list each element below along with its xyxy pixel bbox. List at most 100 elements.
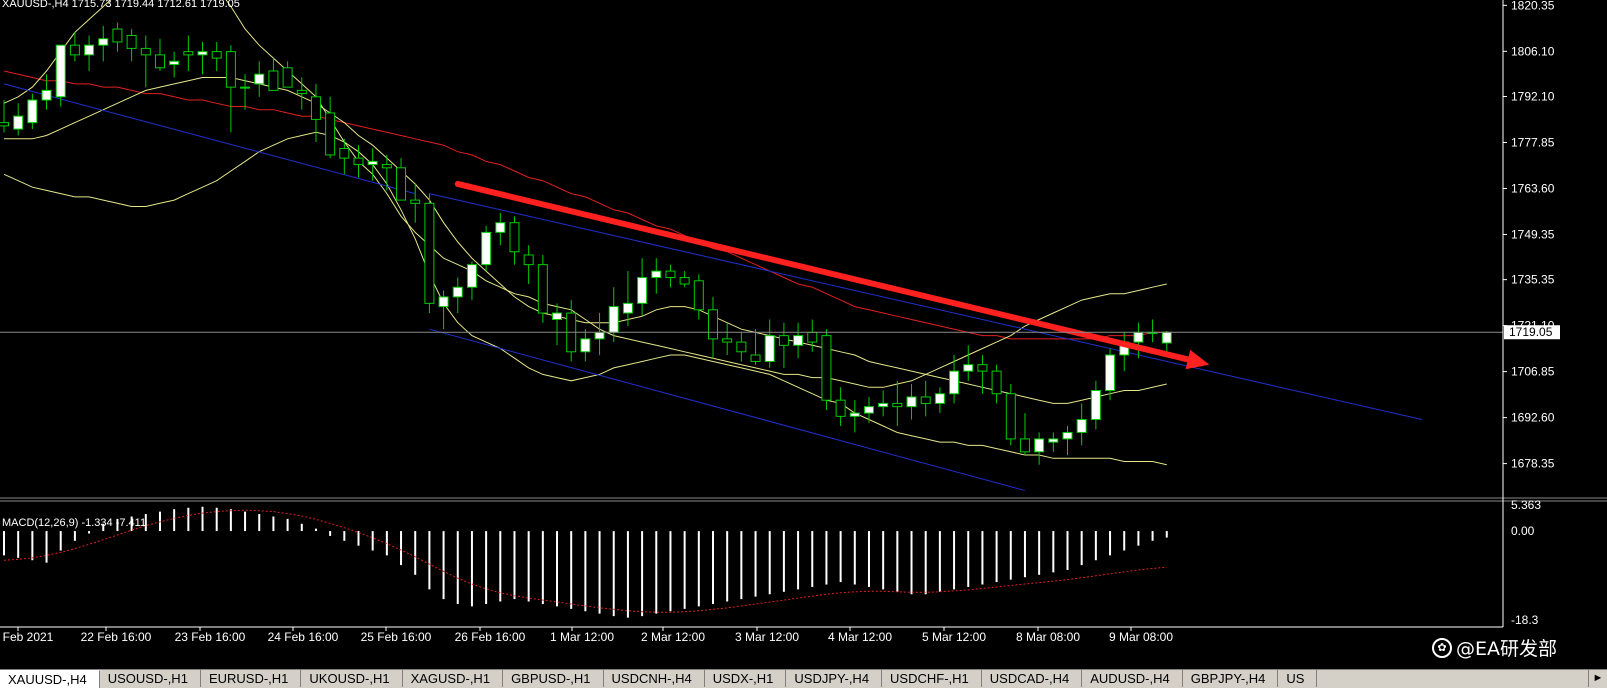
candle[interactable] (906, 384, 917, 420)
symbol-tab[interactable]: US (1278, 670, 1318, 687)
candle[interactable] (268, 58, 279, 91)
candle[interactable] (13, 103, 24, 136)
candle[interactable] (183, 35, 194, 72)
candle[interactable] (1034, 432, 1045, 465)
trading-chart[interactable]: 1820.35 1806.10 1792.10 1777.85 1763.60 1749.… (0, 0, 1607, 669)
candle[interactable] (1019, 413, 1030, 456)
candle[interactable] (452, 277, 463, 314)
price-pane[interactable] (0, 0, 1607, 502)
candle[interactable] (863, 396, 874, 423)
macd-pane[interactable] (3, 506, 1168, 618)
candle[interactable] (920, 380, 931, 417)
candle[interactable] (835, 387, 846, 426)
candle-body (637, 277, 648, 304)
candle[interactable] (495, 213, 506, 246)
candle[interactable] (1147, 319, 1158, 343)
symbol-tab[interactable]: UKOUSD-,H1 (301, 670, 403, 687)
candle[interactable] (807, 319, 818, 352)
tabs-scroll-right-icon[interactable]: ► (1588, 670, 1607, 687)
candle[interactable] (736, 332, 747, 362)
candle[interactable] (821, 329, 832, 410)
symbol-tab[interactable]: GBPJPY-,H4 (1183, 670, 1279, 687)
candle[interactable] (892, 380, 903, 426)
candle[interactable] (793, 322, 804, 359)
symbol-tab[interactable]: USDCAD-,H4 (982, 670, 1083, 687)
symbol-tab[interactable]: USDJPY-,H4 (786, 670, 883, 687)
candle[interactable] (523, 245, 534, 284)
symbol-tab[interactable]: USDX-,H1 (705, 670, 787, 687)
symbol-tab[interactable]: AUDUSD-,H4 (1082, 670, 1183, 687)
candle[interactable] (282, 61, 293, 88)
symbol-tab[interactable]: USOUSD-,H1 (100, 670, 201, 687)
candle[interactable] (1090, 380, 1101, 430)
candle[interactable] (466, 261, 477, 301)
candle[interactable] (55, 44, 66, 107)
candle[interactable] (169, 51, 180, 78)
candle[interactable] (622, 271, 633, 326)
symbol-tab[interactable]: GBPUSD-,H1 (503, 670, 604, 687)
candle[interactable] (764, 319, 775, 368)
candle[interactable] (211, 41, 222, 71)
candle[interactable] (1062, 426, 1073, 456)
candle[interactable] (98, 25, 109, 62)
candle[interactable] (594, 313, 605, 355)
candle[interactable] (637, 258, 648, 317)
macd-tick-label: -18.3 (1511, 613, 1539, 627)
symbol-tab[interactable]: USDCHF-,H1 (882, 670, 982, 687)
candle[interactable] (552, 303, 563, 346)
candle[interactable] (126, 29, 137, 62)
candle[interactable] (225, 45, 236, 133)
candle[interactable] (367, 148, 378, 181)
candle[interactable] (750, 329, 761, 365)
candle[interactable] (537, 254, 548, 323)
candle[interactable] (665, 264, 676, 288)
candle[interactable] (934, 387, 945, 414)
candle[interactable] (325, 96, 336, 159)
candle[interactable] (1076, 403, 1087, 446)
symbol-tab[interactable]: XAUUSD-,H4 (0, 670, 100, 688)
symbol-tab[interactable]: EURUSD-,H1 (201, 670, 302, 687)
candle-body (651, 270, 662, 279)
candle-body (977, 364, 988, 372)
price-tick-label: 1678.35 (1511, 457, 1555, 471)
candle[interactable] (679, 271, 690, 288)
candle[interactable] (410, 183, 421, 223)
candle[interactable] (778, 322, 789, 368)
candle[interactable] (1048, 432, 1059, 452)
candle[interactable] (580, 329, 591, 362)
candle[interactable] (140, 35, 151, 88)
candle-body (1161, 331, 1172, 344)
time-tick-label: 23 Feb 16:00 (175, 630, 246, 644)
candle[interactable] (991, 364, 1002, 404)
candle[interactable] (1005, 384, 1016, 446)
candle[interactable] (878, 390, 889, 417)
candle[interactable] (708, 296, 718, 359)
candle[interactable] (197, 41, 208, 75)
candle[interactable] (254, 61, 265, 97)
symbol-tab[interactable]: XAGUSD-,H1 (403, 670, 504, 687)
watermark: ✿ @EA研发部 (1432, 634, 1557, 661)
candle[interactable] (1133, 322, 1144, 359)
candle[interactable] (1161, 330, 1172, 354)
candle[interactable] (722, 322, 733, 355)
candle[interactable] (651, 258, 662, 294)
candle[interactable] (296, 77, 307, 110)
candle[interactable] (27, 93, 38, 130)
candle[interactable] (1105, 348, 1116, 401)
candle[interactable] (1119, 332, 1130, 372)
candle[interactable] (424, 193, 435, 314)
candle[interactable] (949, 355, 960, 404)
candle[interactable] (0, 100, 9, 133)
candle[interactable] (396, 158, 407, 201)
candle[interactable] (509, 216, 520, 265)
symbol-tab[interactable]: USDCNH-,H4 (604, 670, 705, 687)
candle[interactable] (84, 35, 95, 72)
current-price-label: 1719.05 (1509, 325, 1553, 339)
candle[interactable] (963, 345, 974, 381)
candle[interactable] (154, 38, 165, 71)
candle[interactable] (481, 225, 492, 272)
candle[interactable] (849, 400, 860, 433)
candle-body (878, 402, 889, 408)
candle[interactable] (693, 274, 704, 320)
candle[interactable] (112, 22, 123, 52)
